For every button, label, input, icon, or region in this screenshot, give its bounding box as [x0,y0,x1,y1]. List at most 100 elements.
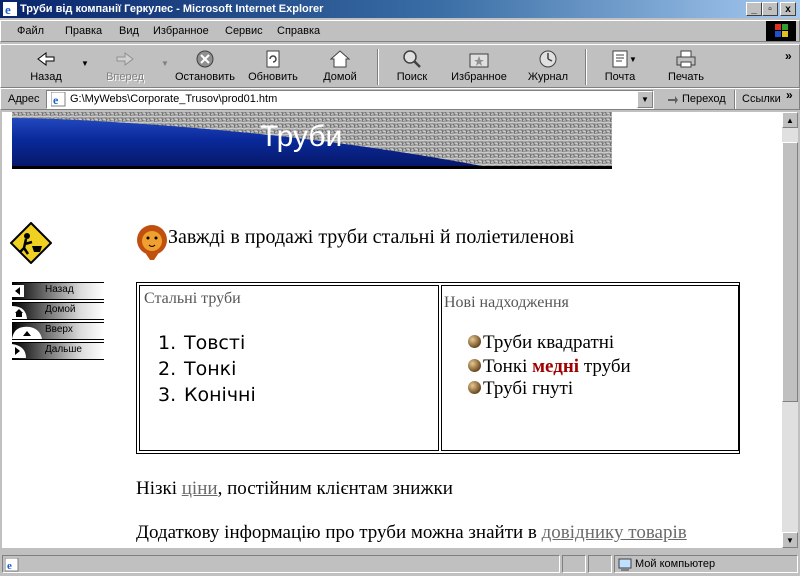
go-label: Переход [682,93,726,105]
bullet-ball-icon [468,381,481,395]
under-construction-icon [10,222,52,264]
bullet-ball-icon [468,335,481,349]
nav-home-label: Домой [45,304,76,315]
mail-label: Почта [604,71,636,83]
toolbar: Назад ▼ Вперед ▼ Остановить Обновить Дом… [0,44,800,88]
new-arrivals-cell: Нові надходження Труби квадратні Тонкі м… [441,285,739,451]
links-button[interactable]: Ссылки [742,93,781,105]
go-arrow-icon [668,96,678,104]
nav-next-label: Дальше [45,344,82,355]
nav-home-button[interactable]: Домой [12,302,104,320]
refresh-button[interactable]: Обновить [245,45,301,89]
nav-up-icon [12,326,42,339]
links-chevron-icon[interactable]: » [786,88,793,102]
forward-button[interactable]: Вперед [97,45,153,89]
list-item: Трубі гнуті [468,378,573,400]
vertical-scrollbar[interactable]: ▲ ▼ [782,112,798,548]
headline: Завжді в продажі труби стальні й поліети… [168,226,575,248]
list-number: 3. [158,384,177,406]
home-button[interactable]: Домой [317,45,363,89]
window-title: Труби від компанії Геркулес - Microsoft … [20,3,324,15]
history-label: Журнал [527,71,569,83]
home-icon [329,50,351,68]
nav-next-icon [12,344,26,358]
scroll-thumb[interactable] [782,142,798,402]
mail-button[interactable]: Почта [597,45,643,89]
scroll-up-button[interactable]: ▲ [782,112,798,128]
nav-next-button[interactable]: Дальше [12,342,104,360]
bullet-ball-icon [468,359,481,373]
back-label: Назад [30,71,62,83]
menu-view[interactable]: Вид [119,25,139,37]
menu-favorites[interactable]: Избранное [153,25,209,37]
home-label: Домой [323,71,357,83]
stop-label: Остановить [174,71,236,83]
refresh-label: Обновить [248,71,298,83]
menu-file[interactable]: Файл [17,25,44,37]
svg-text:e: e [5,2,11,16]
back-dropdown-icon[interactable]: ▼ [81,59,89,68]
history-button[interactable]: Журнал [523,45,573,89]
mail-dropdown-icon[interactable]: ▼ [629,55,637,64]
nav-up-button[interactable]: Вверх [12,322,104,340]
security-zone-panel: Мой компьютер [614,555,798,573]
toolbar-chevron-icon[interactable]: » [785,49,792,63]
highlight-copper: медні [532,356,580,377]
title-bar[interactable]: e Труби від компанії Геркулес - Microsof… [0,0,800,18]
security-zone-label: Мой компьютер [635,558,716,570]
printer-icon [676,50,696,68]
address-label: Адрес [8,93,40,105]
list-number: 1. [158,332,177,354]
scroll-down-button[interactable]: ▼ [782,532,798,548]
forward-arrow-icon [116,52,134,66]
banner-title: Труби [260,120,343,153]
maximize-button[interactable]: ▫ [762,2,778,16]
list-item: Конічні [184,384,256,406]
toolbar-separator [585,49,587,85]
prices-paragraph: Нізкі ціни, постійним клієнтам знижки [136,478,453,499]
svg-text:e: e [53,93,59,107]
lion-logo-icon [137,225,167,260]
page-icon: e [51,92,66,107]
history-icon [539,50,557,68]
menu-edit[interactable]: Правка [65,25,102,37]
status-panel [562,555,586,573]
search-button[interactable]: Поиск [389,45,435,89]
favorites-label: Избранное [451,71,507,83]
status-text-panel: e [2,555,560,573]
close-button[interactable]: x [780,2,796,16]
nav-back-label: Назад [45,284,74,295]
new-arrivals-title: Нові надходження [444,294,569,311]
computer-icon [618,558,632,571]
address-dropdown-button[interactable]: ▼ [637,91,653,108]
forward-dropdown-icon[interactable]: ▼ [161,59,169,68]
minimize-button[interactable]: _ [746,2,762,16]
prices-link[interactable]: ціни [182,478,218,499]
links-separator [734,90,736,109]
print-label: Печать [667,71,705,83]
status-page-icon: e [5,558,19,572]
menu-bar: Файл Правка Вид Избранное Сервис Справка [0,20,800,42]
catalog-link[interactable]: довіднику товарів [542,522,687,543]
status-bar: e Мой компьютер [0,552,800,576]
banner-underline [12,166,612,169]
list-item: Товсті [184,332,246,354]
back-arrow-icon [37,52,55,66]
go-button[interactable]: Переход [660,90,730,109]
steel-pipes-title: Стальні труби [144,290,241,307]
products-table: Стальні труби 1. Товсті 2. Тонкі 3. Коні… [136,282,740,454]
stop-button[interactable]: Остановить [173,45,237,89]
favorites-button[interactable]: Избранное [447,45,511,89]
list-item: Тонкі [184,358,237,380]
stop-icon [196,50,214,68]
favorites-folder-icon [469,53,489,68]
list-item: Труби квадратні [468,332,614,354]
menu-help[interactable]: Справка [277,25,320,37]
back-button[interactable]: Назад [21,45,71,89]
address-value[interactable]: G:\MyWebs\Corporate_Trusov\prod01.htm [70,93,277,105]
toolbar-separator [377,49,379,85]
print-button[interactable]: Печать [663,45,709,89]
status-panel [588,555,612,573]
nav-back-button[interactable]: Назад [12,282,104,300]
menu-tools[interactable]: Сервис [225,25,263,37]
